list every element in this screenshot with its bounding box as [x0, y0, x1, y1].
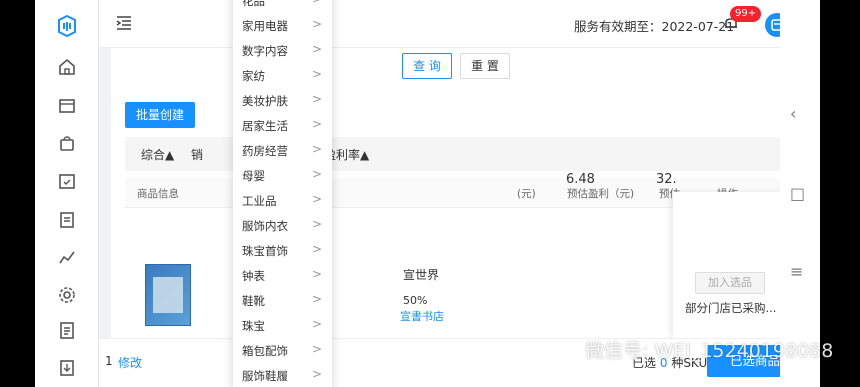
- product-panel: 查 询 重 置 批量创建 综合▲ 销 预估盈利率▲ 商品信息 (元) 预估盈利（…: [111, 48, 787, 338]
- query-button[interactable]: 查 询: [402, 53, 452, 79]
- menu-item[interactable]: 工业品 >: [233, 188, 332, 213]
- purchase-note: 部分门店已采购...: [685, 301, 777, 315]
- menu-item[interactable]: 数字内容 >: [233, 38, 332, 63]
- document-icon[interactable]: [57, 320, 77, 340]
- estimated-value: 32.: [656, 172, 677, 187]
- sidebar: [35, 0, 99, 387]
- edit-link[interactable]: 修改: [118, 354, 142, 371]
- service-expiry: 服务有效期至：2022-07-21: [574, 19, 735, 34]
- menu-item[interactable]: 服饰内衣 >: [233, 213, 332, 238]
- menu-item[interactable]: 珠宝 >: [233, 313, 332, 338]
- menu-item[interactable]: 服饰鞋履 >: [233, 363, 332, 387]
- notification-badge: 99+: [730, 6, 762, 22]
- menu-item[interactable]: 珠宝首饰 >: [233, 238, 332, 263]
- menu-item[interactable]: 药房经营 >: [233, 138, 332, 163]
- category-dropdown: 花品> 家用电器> 数字内容> 家纺> 美妆护肤> 居家生活> 药房经营> 母婴…: [233, 0, 332, 387]
- wechat-watermark-icon: [549, 339, 580, 359]
- calendar-check-icon[interactable]: [57, 171, 77, 191]
- shop-icon[interactable]: [57, 95, 77, 115]
- sort-sales[interactable]: 销: [191, 146, 203, 163]
- app-screen: 服务有效期至：2022-07-21 99+ 查 询 重 置 批量创建 综合▲ 销…: [35, 0, 820, 387]
- menu-item[interactable]: 母婴 >: [233, 163, 332, 188]
- menu-item[interactable]: 箱包配饰 >: [233, 338, 332, 363]
- bag-icon[interactable]: [57, 133, 77, 153]
- estimated-profit-value: 6.48: [566, 172, 595, 187]
- reset-button[interactable]: 重 置: [460, 53, 510, 79]
- product-title[interactable]: 宣世界: [403, 266, 439, 283]
- logo-icon[interactable]: [55, 14, 79, 38]
- chart-icon[interactable]: [57, 247, 77, 267]
- product-thumbnail[interactable]: [145, 264, 191, 326]
- batch-create-button[interactable]: 批量创建: [125, 102, 195, 128]
- clipboard-icon[interactable]: [57, 209, 77, 229]
- system-nav-bar: ‹ □ ≡: [780, 0, 820, 387]
- main-content: 服务有效期至：2022-07-21 99+ 查 询 重 置 批量创建 综合▲ 销…: [99, 0, 820, 387]
- top-bar: 服务有效期至：2022-07-21 99+: [99, 0, 820, 48]
- download-icon[interactable]: [57, 358, 77, 378]
- chevron-left-icon[interactable]: ‹: [790, 104, 796, 123]
- menu-item[interactable]: 家用电器 >: [233, 13, 332, 38]
- add-to-selection-button[interactable]: 加入选品: [695, 272, 765, 294]
- page-number: 1: [105, 354, 113, 368]
- menu-item[interactable]: 居家生活 >: [233, 113, 332, 138]
- header-price: (元): [517, 188, 536, 200]
- collapse-menu-icon[interactable]: [115, 14, 133, 32]
- watermark-text: 微信号: WEI_15240198088: [585, 340, 834, 362]
- menu-item[interactable]: 花品>: [233, 0, 332, 13]
- operation-column: 加入选品 部分门店已采购...: [673, 192, 787, 338]
- header-estimated-profit: 预估盈利（元): [567, 188, 635, 200]
- menu-item[interactable]: 鞋靴 >: [233, 288, 332, 313]
- settings-icon[interactable]: [57, 285, 77, 305]
- menu-item[interactable]: 美妆护肤 >: [233, 88, 332, 113]
- home-icon[interactable]: [57, 57, 77, 77]
- shop-link[interactable]: 宣書书店: [400, 308, 444, 324]
- header-product-info: 商品信息: [137, 188, 179, 200]
- menu-item[interactable]: 钟表 >: [233, 263, 332, 288]
- square-icon[interactable]: □: [790, 184, 805, 203]
- product-percent: 50%: [403, 294, 428, 307]
- menu-item[interactable]: 家纺 >: [233, 63, 332, 88]
- sort-bar: 综合▲ 销 预估盈利率▲: [125, 137, 787, 171]
- sort-comprehensive[interactable]: 综合▲: [141, 146, 174, 163]
- menu-icon[interactable]: ≡: [790, 262, 803, 281]
